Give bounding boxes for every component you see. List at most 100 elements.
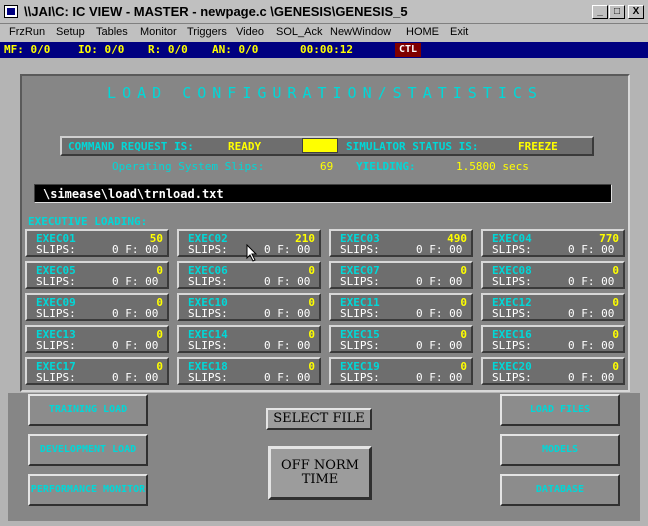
exec-slips-label: SLIPS: bbox=[188, 243, 228, 256]
exec-slips-label: SLIPS: bbox=[188, 275, 228, 288]
status-time: 00:00:12 bbox=[300, 43, 353, 56]
exec-slips-label: SLIPS: bbox=[492, 339, 532, 352]
off-norm-time-button[interactable]: OFF NORM TIME bbox=[268, 446, 372, 500]
exec-slips-label: SLIPS: bbox=[340, 243, 380, 256]
maximize-icon[interactable]: □ bbox=[609, 5, 625, 19]
minimize-icon[interactable]: _ bbox=[592, 5, 608, 19]
exec-slips-label: SLIPS: bbox=[340, 371, 380, 384]
window-title: \\JAI\C: IC VIEW - MASTER - newpage.c \G… bbox=[24, 4, 408, 19]
exec-slips-label: SLIPS: bbox=[340, 339, 380, 352]
exec-slips-label: SLIPS: bbox=[36, 371, 76, 384]
simulator-status-label: SIMULATOR STATUS IS: bbox=[346, 140, 479, 153]
status-an: AN: 0/0 bbox=[212, 43, 259, 56]
exec-card-exec08[interactable]: EXEC08 0 SLIPS: 0 F: 00 bbox=[481, 261, 625, 289]
executive-loading-label: EXECUTIVE LOADING: bbox=[28, 215, 148, 228]
training-load-button[interactable]: TRAINING LOAD bbox=[28, 394, 148, 426]
exec-card-exec14[interactable]: EXEC14 0 SLIPS: 0 F: 00 bbox=[177, 325, 321, 353]
exec-card-exec05[interactable]: EXEC05 0 SLIPS: 0 F: 00 bbox=[25, 261, 169, 289]
simulator-status-value: FREEZE bbox=[518, 140, 558, 153]
menu-tables[interactable]: Tables bbox=[96, 26, 128, 38]
exec-slips-label: SLIPS: bbox=[188, 339, 228, 352]
exec-slips-value: 0 F: 00 bbox=[264, 307, 311, 320]
title-bar: \\JAI\C: IC VIEW - MASTER - newpage.c \G… bbox=[0, 0, 648, 24]
exec-card-exec11[interactable]: EXEC11 0 SLIPS: 0 F: 00 bbox=[329, 293, 473, 321]
performance-monitor-button[interactable]: PERFORMANCE MONITOR bbox=[28, 474, 148, 506]
command-request-label: COMMAND REQUEST IS: bbox=[68, 140, 194, 153]
exec-slips-value: 0 F: 00 bbox=[264, 371, 311, 384]
page-title: LOAD CONFIGURATION/STATISTICS bbox=[107, 84, 543, 102]
exec-slips-value: 0 F: 00 bbox=[568, 243, 615, 256]
app-icon[interactable] bbox=[4, 5, 18, 18]
off-norm-line1: OFF NORM bbox=[281, 458, 359, 473]
exec-slips-value: 0 F: 00 bbox=[112, 275, 159, 288]
yielding-label: YIELDING: bbox=[356, 160, 416, 173]
exec-slips-value: 0 F: 00 bbox=[416, 275, 463, 288]
menu-exit[interactable]: Exit bbox=[450, 26, 468, 38]
exec-slips-value: 0 F: 00 bbox=[264, 275, 311, 288]
close-icon[interactable]: X bbox=[628, 5, 644, 19]
exec-slips-value: 0 F: 00 bbox=[416, 371, 463, 384]
select-file-button[interactable]: SELECT FILE bbox=[266, 408, 372, 430]
status-r: R: 0/0 bbox=[148, 43, 188, 56]
exec-slips-value: 0 F: 00 bbox=[416, 243, 463, 256]
status-bar: MF: 0/0 IO: 0/0 R: 0/0 AN: 0/0 00:00:12 … bbox=[0, 42, 648, 58]
status-io: IO: 0/0 bbox=[78, 43, 125, 56]
exec-card-exec19[interactable]: EXEC19 0 SLIPS: 0 F: 00 bbox=[329, 357, 473, 385]
exec-slips-label: SLIPS: bbox=[188, 371, 228, 384]
menu-home[interactable]: HOME bbox=[406, 26, 439, 38]
exec-slips-value: 0 F: 00 bbox=[112, 371, 159, 384]
exec-slips-label: SLIPS: bbox=[492, 307, 532, 320]
exec-card-exec01[interactable]: EXEC01 50 SLIPS: 0 F: 00 bbox=[25, 229, 169, 257]
exec-card-exec04[interactable]: EXEC04 770 SLIPS: 0 F: 00 bbox=[481, 229, 625, 257]
exec-card-exec20[interactable]: EXEC20 0 SLIPS: 0 F: 00 bbox=[481, 357, 625, 385]
exec-slips-value: 0 F: 00 bbox=[112, 307, 159, 320]
exec-card-exec09[interactable]: EXEC09 0 SLIPS: 0 F: 00 bbox=[25, 293, 169, 321]
models-button[interactable]: MODELS bbox=[500, 434, 620, 466]
command-request-value: READY bbox=[228, 140, 262, 153]
exec-slips-value: 0 F: 00 bbox=[112, 339, 159, 352]
exec-card-exec13[interactable]: EXEC13 0 SLIPS: 0 F: 00 bbox=[25, 325, 169, 353]
exec-slips-value: 0 F: 00 bbox=[264, 339, 311, 352]
os-slips-value: 69 bbox=[320, 160, 334, 173]
menu-bar: FrzRun Setup Tables Monitor Triggers Vid… bbox=[0, 24, 648, 42]
exec-slips-label: SLIPS: bbox=[492, 371, 532, 384]
exec-slips-value: 0 F: 00 bbox=[568, 307, 615, 320]
menu-sol-ack[interactable]: SOL_Ack bbox=[276, 26, 322, 38]
load-file-path-text: \simease\load\trnload.txt bbox=[43, 187, 224, 201]
ctl-badge: CTL bbox=[395, 43, 421, 57]
exec-card-exec17[interactable]: EXEC17 0 SLIPS: 0 F: 00 bbox=[25, 357, 169, 385]
exec-card-exec07[interactable]: EXEC07 0 SLIPS: 0 F: 00 bbox=[329, 261, 473, 289]
exec-card-exec15[interactable]: EXEC15 0 SLIPS: 0 F: 00 bbox=[329, 325, 473, 353]
development-load-button[interactable]: DEVELOPMENT LOAD bbox=[28, 434, 148, 466]
exec-slips-value: 0 F: 00 bbox=[568, 371, 615, 384]
database-button[interactable]: DATABASE bbox=[500, 474, 620, 506]
exec-slips-label: SLIPS: bbox=[340, 275, 380, 288]
exec-slips-value: 0 F: 00 bbox=[568, 275, 615, 288]
exec-slips-label: SLIPS: bbox=[36, 339, 76, 352]
exec-card-exec03[interactable]: EXEC03 490 SLIPS: 0 F: 00 bbox=[329, 229, 473, 257]
exec-slips-value: 0 F: 00 bbox=[416, 339, 463, 352]
menu-frzrun[interactable]: FrzRun bbox=[9, 26, 45, 38]
menu-newwindow[interactable]: NewWindow bbox=[330, 26, 391, 38]
exec-slips-value: 0 F: 00 bbox=[264, 243, 311, 256]
menu-video[interactable]: Video bbox=[236, 26, 264, 38]
exec-slips-value: 0 F: 00 bbox=[112, 243, 159, 256]
exec-card-exec18[interactable]: EXEC18 0 SLIPS: 0 F: 00 bbox=[177, 357, 321, 385]
exec-slips-label: SLIPS: bbox=[340, 307, 380, 320]
os-slips-label: Operating System Slips: bbox=[112, 160, 265, 173]
exec-card-exec06[interactable]: EXEC06 0 SLIPS: 0 F: 00 bbox=[177, 261, 321, 289]
menu-setup[interactable]: Setup bbox=[56, 26, 85, 38]
exec-card-exec16[interactable]: EXEC16 0 SLIPS: 0 F: 00 bbox=[481, 325, 625, 353]
exec-slips-label: SLIPS: bbox=[36, 275, 76, 288]
menu-monitor[interactable]: Monitor bbox=[140, 26, 177, 38]
ready-indicator bbox=[302, 138, 338, 153]
exec-slips-value: 0 F: 00 bbox=[416, 307, 463, 320]
exec-slips-label: SLIPS: bbox=[36, 243, 76, 256]
exec-slips-label: SLIPS: bbox=[492, 243, 532, 256]
load-file-path[interactable]: \simease\load\trnload.txt bbox=[34, 184, 612, 203]
exec-card-exec10[interactable]: EXEC10 0 SLIPS: 0 F: 00 bbox=[177, 293, 321, 321]
load-files-button[interactable]: LOAD FILES bbox=[500, 394, 620, 426]
exec-card-exec12[interactable]: EXEC12 0 SLIPS: 0 F: 00 bbox=[481, 293, 625, 321]
menu-triggers[interactable]: Triggers bbox=[187, 26, 227, 38]
status-mf: MF: 0/0 bbox=[4, 43, 51, 56]
